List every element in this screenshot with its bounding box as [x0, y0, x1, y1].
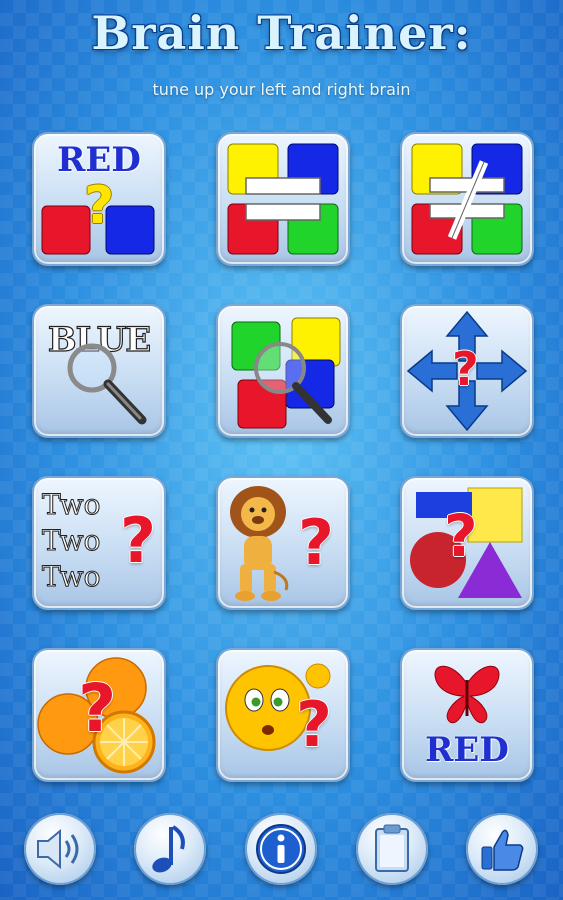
question-mark: ?: [444, 502, 478, 570]
butterfly-word-game-button[interactable]: RED: [400, 648, 534, 782]
question-mark: ?: [296, 688, 332, 761]
question-mark: ?: [84, 176, 115, 236]
scores-button[interactable]: [356, 813, 428, 885]
color-word-game-button[interactable]: RED ?: [32, 132, 166, 266]
color-search-game-button[interactable]: [216, 304, 350, 438]
music-note-icon: [152, 825, 185, 873]
tile-word: Two: [42, 488, 102, 522]
question-mark: ?: [120, 504, 156, 577]
color-squares-not-equal-icon: [411, 143, 523, 255]
word-magnifier-icon: [67, 343, 147, 425]
color-match-game-button[interactable]: [216, 132, 350, 266]
question-mark: ?: [298, 506, 334, 579]
color-squares-equal-icon: [227, 143, 339, 255]
music-button[interactable]: [134, 813, 206, 885]
animal-game-button[interactable]: ?: [216, 476, 350, 610]
question-mark: ?: [78, 670, 117, 747]
tile-word: Two: [42, 560, 102, 594]
count-words-game-button[interactable]: Two Two Two ?: [32, 476, 166, 610]
thumbs-up-icon: [481, 829, 524, 871]
color-squares-magnifier-icon: [231, 317, 341, 429]
tile-word: RED: [425, 730, 509, 770]
info-button[interactable]: [245, 813, 317, 885]
color-not-match-game-button[interactable]: [400, 132, 534, 266]
speaker-icon: [37, 828, 79, 870]
question-mark: ?: [452, 342, 479, 396]
app-title: Brain Trainer:: [91, 6, 472, 60]
shapes-game-button[interactable]: ?: [400, 476, 534, 610]
direction-game-button[interactable]: ?: [400, 304, 534, 438]
rate-button[interactable]: [466, 813, 538, 885]
tile-word: Two: [42, 524, 102, 558]
app-subtitle: tune up your left and right brain: [152, 80, 411, 99]
emotion-game-button[interactable]: ?: [216, 648, 350, 782]
word-search-game-button[interactable]: BLUE: [32, 304, 166, 438]
fruit-game-button[interactable]: ?: [32, 648, 166, 782]
info-icon: [256, 824, 306, 874]
clipboard-icon: [375, 824, 409, 872]
sound-button[interactable]: [24, 813, 96, 885]
